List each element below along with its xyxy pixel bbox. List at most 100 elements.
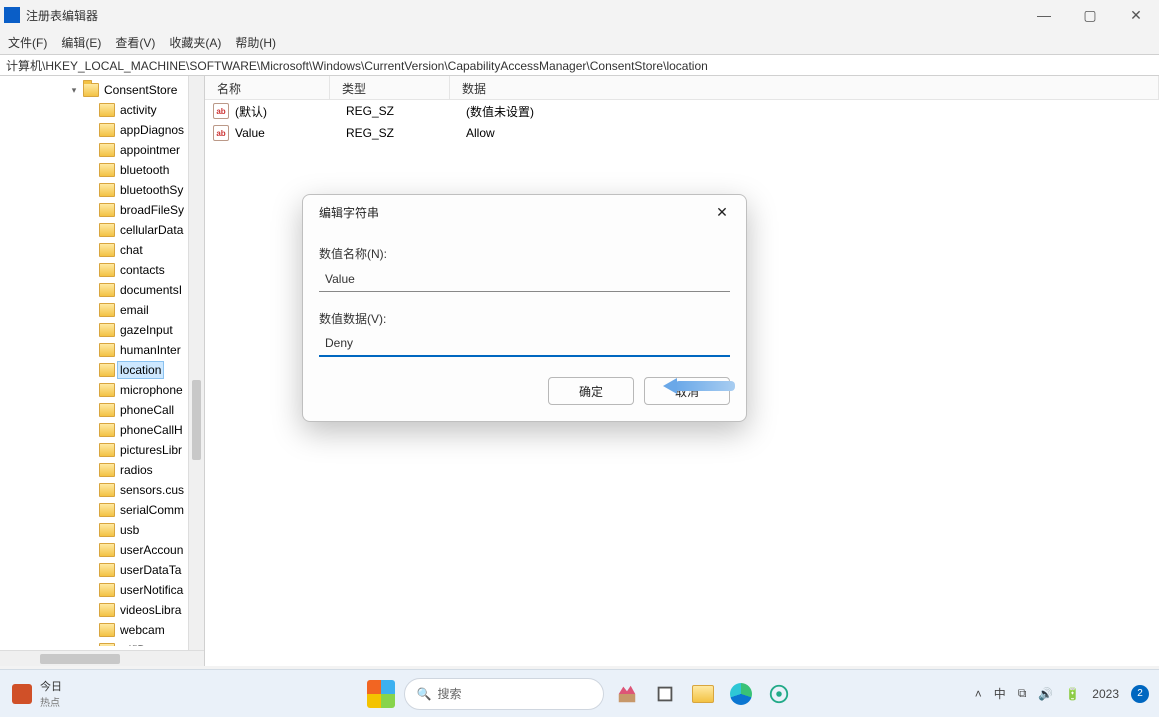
list-body[interactable]: ab(默认)REG_SZ(数值未设置)abValueREG_SZAllow <box>205 100 1159 144</box>
widget-icon <box>12 684 32 704</box>
folder-icon <box>99 443 115 457</box>
address-bar[interactable]: 计算机\HKEY_LOCAL_MACHINE\SOFTWARE\Microsof… <box>0 54 1159 76</box>
tree-item-humaninter[interactable]: humanInter <box>0 340 204 360</box>
tree-item-bluetoothsy[interactable]: bluetoothSy <box>0 180 204 200</box>
string-value-icon: ab <box>213 125 229 141</box>
folder-icon <box>99 583 115 597</box>
tree-item-label: appointmer <box>118 142 182 158</box>
window-title: 注册表编辑器 <box>26 7 1021 24</box>
tree-item-label: picturesLibr <box>118 442 184 458</box>
tree-item-usernotifica[interactable]: userNotifica <box>0 580 204 600</box>
battery-icon[interactable]: 🔋 <box>1065 687 1080 701</box>
tree-item-videoslibra[interactable]: videosLibra <box>0 600 204 620</box>
close-button[interactable]: ✕ <box>1113 0 1159 30</box>
taskbar-search[interactable]: 🔍 搜索 <box>404 678 604 710</box>
tree-vertical-scrollbar[interactable] <box>188 76 204 650</box>
value-row[interactable]: abValueREG_SZAllow <box>205 122 1159 144</box>
menu-view[interactable]: 查看(V) <box>115 34 155 51</box>
tree-item-userdatata[interactable]: userDataTa <box>0 560 204 580</box>
dialog-close-button[interactable]: ✕ <box>708 204 736 221</box>
taskbar-edge[interactable] <box>726 679 756 709</box>
tree-item-webcam[interactable]: webcam <box>0 620 204 640</box>
tree-item-cellulardata[interactable]: cellularData <box>0 220 204 240</box>
menu-file[interactable]: 文件(F) <box>8 34 47 51</box>
tree-item-activity[interactable]: activity <box>0 100 204 120</box>
tree-item-sensors.cus[interactable]: sensors.cus <box>0 480 204 500</box>
cell-type: REG_SZ <box>346 104 466 118</box>
menu-edit[interactable]: 编辑(E) <box>61 34 101 51</box>
volume-icon[interactable]: 🔊 <box>1038 687 1053 701</box>
tree-item-bluetooth[interactable]: bluetooth <box>0 160 204 180</box>
maximize-button[interactable]: ▢ <box>1067 0 1113 30</box>
tree-item-wifidata[interactable]: wifiData <box>0 640 204 646</box>
tree-item-label: location <box>118 362 163 378</box>
tree-item-gazeinput[interactable]: gazeInput <box>0 320 204 340</box>
taskbar-clock[interactable]: 2023 <box>1092 687 1119 701</box>
value-data-input[interactable] <box>319 331 730 357</box>
taskbar-file-explorer[interactable] <box>688 679 718 709</box>
value-row[interactable]: ab(默认)REG_SZ(数值未设置) <box>205 100 1159 122</box>
tree-item-location[interactable]: location <box>0 360 204 380</box>
ime-indicator[interactable]: 中 <box>994 685 1006 702</box>
cell-data: (数值未设置) <box>466 103 1159 120</box>
tree-item-pictureslibr[interactable]: picturesLibr <box>0 440 204 460</box>
menu-help[interactable]: 帮助(H) <box>235 34 276 51</box>
cancel-button[interactable]: 取消 <box>644 377 730 405</box>
tree-item-documentsi[interactable]: documentsI <box>0 280 204 300</box>
tree-item-serialcomm[interactable]: serialComm <box>0 500 204 520</box>
taskbar-app-2[interactable] <box>650 679 680 709</box>
tree-item-useraccoun[interactable]: userAccoun <box>0 540 204 560</box>
column-type[interactable]: 类型 <box>330 76 450 99</box>
tree-item-radios[interactable]: radios <box>0 460 204 480</box>
folder-icon <box>99 263 115 277</box>
cell-data: Allow <box>466 126 1159 140</box>
tree-item-label: microphone <box>118 382 185 398</box>
tree-item-label: userDataTa <box>118 562 183 578</box>
taskbar-widget[interactable]: 今日 热点 <box>12 678 62 709</box>
folder-icon <box>99 523 115 537</box>
folder-icon <box>99 423 115 437</box>
registry-tree[interactable]: ▾ConsentStoreactivityappDiagnos appointme… <box>0 76 204 646</box>
tree-item-label: sensors.cus <box>118 482 186 498</box>
folder-icon <box>99 143 115 157</box>
network-icon[interactable]: ⧉ <box>1018 686 1027 701</box>
taskbar-app-3[interactable] <box>764 679 794 709</box>
string-value-icon: ab <box>213 103 229 119</box>
tree-item-usb[interactable]: usb <box>0 520 204 540</box>
tree-item-label: bluetoothSy <box>118 182 185 198</box>
start-button[interactable] <box>366 679 396 709</box>
tree-item-chat[interactable]: chat <box>0 240 204 260</box>
folder-icon <box>99 343 115 357</box>
tree-horizontal-scrollbar[interactable] <box>0 650 204 666</box>
tree-item-label: webcam <box>118 622 167 638</box>
tree-item-broadfilesy[interactable]: broadFileSy <box>0 200 204 220</box>
tree-item-contacts[interactable]: contacts <box>0 260 204 280</box>
dialog-button-row: 确定 取消 <box>319 377 730 405</box>
menu-favorites[interactable]: 收藏夹(A) <box>169 34 221 51</box>
notification-count[interactable]: 2 <box>1131 685 1149 703</box>
system-tray: ˄ 中 ⧉ 🔊 🔋 2023 2 <box>975 685 1149 703</box>
value-name-input[interactable] <box>319 266 730 292</box>
tree-item-email[interactable]: email <box>0 300 204 320</box>
column-data[interactable]: 数据 <box>450 76 1159 99</box>
tree-item-microphone[interactable]: microphone <box>0 380 204 400</box>
tree-item-label: cellularData <box>118 222 185 238</box>
tree-item-label: humanInter <box>118 342 183 358</box>
value-name-label: 数值名称(N): <box>319 245 730 262</box>
column-name[interactable]: 名称 <box>205 76 330 99</box>
tray-overflow-icon[interactable]: ˄ <box>975 687 982 701</box>
taskbar-app-1[interactable] <box>612 679 642 709</box>
value-data-label: 数值数据(V): <box>319 310 730 327</box>
widget-line2: 热点 <box>40 694 62 709</box>
tree-item-label: bluetooth <box>118 162 171 178</box>
tree-item-phonecall[interactable]: phoneCall <box>0 400 204 420</box>
tree-item-appointmer[interactable]: appointmer <box>0 140 204 160</box>
ok-button[interactable]: 确定 <box>548 377 634 405</box>
tree-item-appdiagnos[interactable]: appDiagnos <box>0 120 204 140</box>
window-titlebar: 注册表编辑器 — ▢ ✕ <box>0 0 1159 30</box>
regedit-app-icon <box>4 7 20 23</box>
tree-item-consentstore[interactable]: ▾ConsentStore <box>0 80 204 100</box>
folder-icon <box>99 563 115 577</box>
minimize-button[interactable]: — <box>1021 0 1067 30</box>
tree-item-phonecallh[interactable]: phoneCallH <box>0 420 204 440</box>
